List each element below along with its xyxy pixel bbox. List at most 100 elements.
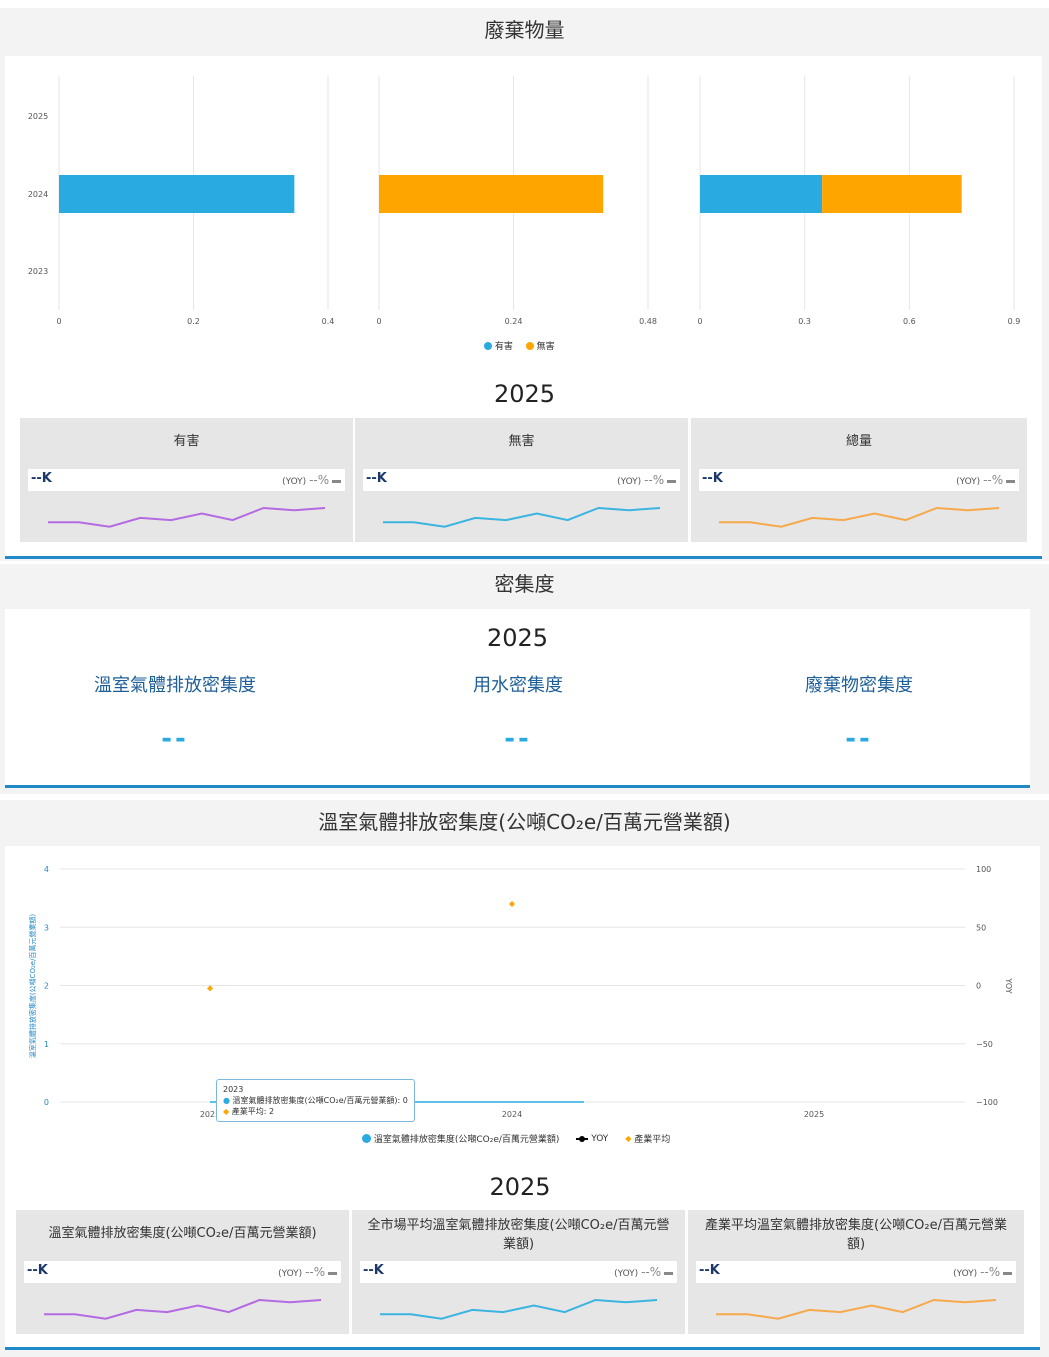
sparkline-path	[44, 1298, 322, 1320]
ghg-divider	[5, 1347, 1040, 1350]
y-tick-label: 0	[44, 1098, 49, 1107]
dash-icon	[1006, 480, 1015, 483]
intensity-ghg-label: 溫室氣體排放密集度	[94, 675, 256, 696]
sparkline-path	[383, 506, 661, 528]
yoy-label: (YOY)	[953, 1269, 978, 1279]
legend-non-hazardous-icon	[525, 341, 534, 350]
card-value: --K	[702, 471, 723, 486]
x-tick-label: 0.24	[505, 317, 523, 326]
card-value-strip: --K (YOY) --%	[28, 469, 345, 491]
y-tick-label: 2	[44, 982, 49, 991]
legend-ghg-icon	[362, 1134, 371, 1143]
legend-hazardous-label[interactable]: 有害	[495, 342, 513, 352]
bar-有害	[700, 175, 823, 213]
legend-hazardous-icon	[484, 341, 492, 350]
dash-icon	[1003, 1272, 1012, 1275]
card-title: 無害	[508, 434, 535, 449]
waste-card-non-hazardous: 無害 --K (YOY) --%	[355, 418, 689, 542]
tooltip-industry-text: 產業平均: 2	[231, 1107, 275, 1116]
yoy-label: (YOY)	[617, 477, 642, 487]
sparkline	[44, 1298, 322, 1320]
card-yoy: (YOY) --%	[614, 1265, 673, 1279]
card-title: 產業平均溫室氣體排放密集度(公噸CO₂e/百萬元營業額)	[705, 1218, 1007, 1252]
dash-icon	[664, 1272, 673, 1275]
ghg-line-chart: 0 1 2 3 4 100 50 0 −50 −100 溫室氣體排放密集度(公噸CO₂e/百萬元營業…	[28, 865, 1013, 1119]
sparkline	[383, 506, 661, 528]
legend-yoy-label[interactable]: YOY	[591, 1134, 608, 1144]
waste-bar-chart: 2025 2024 2023 0 0.2 0.4 0 0.24 0.48 0 0.3 0.6 0.9	[28, 76, 1020, 326]
yoy-value: --%	[983, 473, 1004, 487]
intensity-ghg-value: --	[161, 724, 189, 754]
card-value-strip: --K (YOY) --%	[699, 469, 1019, 491]
card-value: --K	[699, 1263, 720, 1278]
intensity-divider	[5, 785, 1030, 788]
point-industry-average	[207, 985, 213, 992]
y-tick-label: 1	[44, 1040, 49, 1049]
intensity-waste-label: 廢棄物密集度	[805, 675, 913, 696]
dash-icon	[667, 480, 676, 483]
y2-axis-title: YOY	[1004, 977, 1013, 993]
y-tick-label: 3	[44, 923, 49, 932]
y-tick-label: 2024	[28, 190, 48, 199]
card-value: --K	[366, 471, 387, 486]
card-yoy: (YOY) --%	[956, 473, 1015, 487]
card-title: 全市場平均溫室氣體排放密集度(公噸CO₂e/百萬元營業額)	[367, 1218, 670, 1252]
y-tick-label: 4	[44, 865, 49, 874]
ghg-legend: 溫室氣體排放密集度(公噸CO₂e/百萬元營業額) YOY ◆ 產業平均	[362, 1132, 670, 1145]
yoy-value: --%	[641, 1265, 662, 1279]
sparkline-path	[48, 506, 326, 528]
x-tick-label: 2025	[804, 1110, 824, 1119]
y-tick-label: 2023	[28, 267, 48, 276]
tooltip-dot-icon: ●	[223, 1096, 230, 1105]
waste-card-total: 總量 --K (YOY) --%	[691, 418, 1028, 542]
y-axis-title: 溫室氣體排放密集度(公噸CO₂e/百萬元營業額)	[28, 914, 37, 1059]
card-yoy: (YOY) --%	[953, 1265, 1012, 1279]
yoy-value: --%	[980, 1265, 1001, 1279]
sparkline	[719, 506, 1000, 528]
card-yoy: (YOY) --%	[282, 473, 341, 487]
card-yoy: (YOY) --%	[617, 473, 676, 487]
legend-non-hazardous-label[interactable]: 無害	[537, 342, 555, 352]
x-tick-label: 2024	[502, 1110, 522, 1119]
dash-icon	[328, 1272, 337, 1275]
yoy-label: (YOY)	[956, 477, 981, 487]
sparkline-path	[716, 1298, 997, 1320]
sparkline-path	[719, 506, 1000, 528]
y2-tick-label: 0	[976, 982, 981, 991]
ghg-card-market-average: 全市場平均溫室氣體排放密集度(公噸CO₂e/百萬元營業額) --K (YOY) …	[352, 1210, 686, 1334]
x-tick-label: 0.48	[639, 317, 657, 326]
legend-ghg-label[interactable]: 溫室氣體排放密集度(公噸CO₂e/百萬元營業額)	[374, 1135, 560, 1145]
yoy-label: (YOY)	[614, 1269, 639, 1279]
intensity-year-label: 2025	[486, 624, 549, 652]
card-title: 總量	[845, 434, 872, 449]
y2-tick-label: 100	[976, 865, 991, 874]
sparkline	[380, 1298, 658, 1320]
tooltip-line-industry: ◆ 產業平均: 2	[223, 1106, 408, 1117]
legend-yoy-icon	[576, 1135, 589, 1142]
tooltip-line-ghg: ● 溫室氣體排放密集度(公噸CO₂e/百萬元營業額): 0	[223, 1095, 408, 1106]
waste-year-label: 2025	[493, 380, 556, 408]
card-value: --K	[363, 1263, 384, 1278]
ghg-card-industry-average: 產業平均溫室氣體排放密集度(公噸CO₂e/百萬元營業額) --K (YOY) -…	[688, 1210, 1025, 1334]
x-tick-label: 0.2	[187, 317, 200, 326]
x-tick-label: 0.6	[903, 317, 916, 326]
intensity-water-value: --	[504, 724, 532, 754]
y2-tick-label: −50	[976, 1040, 993, 1049]
waste-section-title: 廢棄物量	[484, 18, 565, 42]
y2-tick-label: −100	[976, 1098, 998, 1107]
bar-有害	[59, 175, 295, 213]
sparkline	[716, 1298, 997, 1320]
card-value-strip: --K (YOY) --%	[363, 469, 680, 491]
waste-legend: 有害 無害	[484, 339, 555, 352]
intensity-waste-value: --	[845, 724, 873, 754]
x-tick-label: 0	[697, 317, 702, 326]
intensity-water-label: 用水密集度	[473, 675, 563, 696]
card-value: --K	[27, 1263, 48, 1278]
legend-industry-label[interactable]: 產業平均	[634, 1135, 670, 1145]
dash-icon	[332, 480, 341, 483]
yoy-value: --%	[309, 473, 330, 487]
intensity-section-title: 密集度	[494, 572, 555, 596]
yoy-value: --%	[305, 1265, 326, 1279]
legend-industry-icon: ◆	[625, 1134, 632, 1143]
bar-無害	[379, 175, 604, 213]
